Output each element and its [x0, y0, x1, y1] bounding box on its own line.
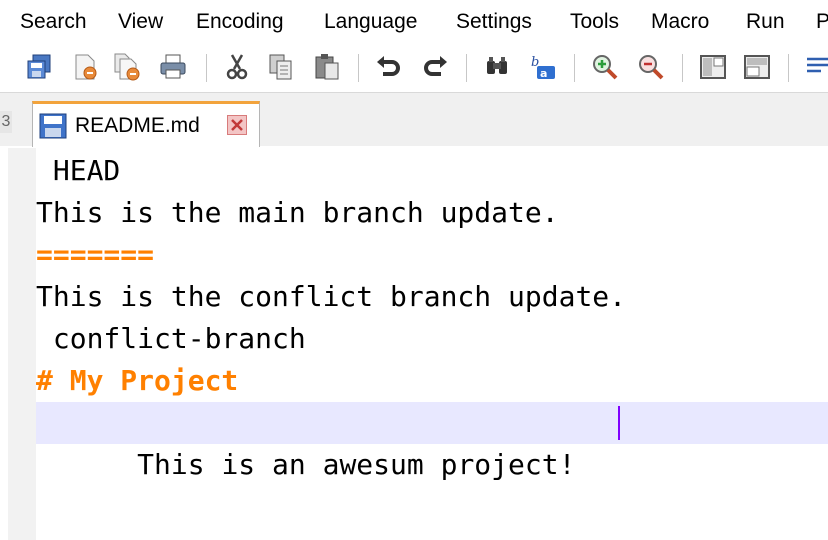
tab-close-icon[interactable] [227, 115, 247, 135]
cut-icon[interactable] [222, 52, 252, 82]
close-all-icon[interactable] [112, 52, 142, 82]
tab-readme-md[interactable]: README.md [32, 101, 260, 147]
menu-search[interactable]: Search [20, 9, 87, 35]
word-wrap-icon[interactable] [804, 52, 828, 82]
menu-macro[interactable]: Macro [651, 9, 709, 35]
zoom-in-icon[interactable] [590, 52, 620, 82]
undo-icon[interactable] [374, 52, 404, 82]
toolbar-separator [206, 54, 207, 82]
menu-tools[interactable]: Tools [570, 9, 619, 35]
menu-view[interactable]: View [118, 9, 163, 35]
editor-line: conflict-branch [36, 322, 306, 355]
toolbar-separator [466, 54, 467, 82]
sync-horizontal-icon[interactable] [742, 52, 772, 82]
editor-left-strip [0, 148, 8, 540]
copy-icon[interactable] [266, 52, 296, 82]
toolbar-separator [788, 54, 789, 82]
sync-vertical-icon[interactable] [698, 52, 728, 82]
menu-run[interactable]: Run [746, 9, 785, 35]
zoom-out-icon[interactable] [636, 52, 666, 82]
find-icon[interactable] [482, 52, 512, 82]
redo-icon[interactable] [420, 52, 450, 82]
editor-line-conflict-separator: ======= [36, 238, 155, 271]
menu-encoding[interactable]: Encoding [196, 9, 284, 35]
editor-line: HEAD [36, 154, 121, 187]
editor-line: This is the main branch update. [36, 196, 559, 229]
menu-settings[interactable]: Settings [456, 9, 532, 35]
menu-bar: Search View Encoding Language Settings T… [0, 0, 828, 44]
editor-line: This is the conflict branch update. [36, 280, 627, 313]
toolbar: ba [0, 44, 828, 92]
editor-current-line: This is an awesum project! [36, 402, 828, 481]
menu-plugins[interactable]: P [816, 9, 828, 35]
toolbar-separator [358, 54, 359, 82]
save-all-icon[interactable] [24, 52, 54, 82]
toolbar-separator [574, 54, 575, 82]
tab-scroll-left-button[interactable]: 3 [0, 111, 12, 133]
paste-icon[interactable] [312, 52, 342, 82]
close-icon[interactable] [70, 52, 100, 82]
editor-line-heading: # My Project [36, 364, 239, 397]
editor-current-line-text: This is an awesum project! [137, 448, 593, 481]
saved-file-icon [39, 113, 67, 139]
menu-language[interactable]: Language [324, 9, 417, 35]
notepad-plus-plus-window: Search View Encoding Language Settings T… [0, 0, 828, 540]
print-icon[interactable] [158, 52, 188, 82]
text-caret [618, 406, 620, 440]
editor-area[interactable]: HEAD This is the main branch update. ===… [0, 148, 828, 540]
svg-text:a: a [540, 67, 547, 80]
tab-label: README.md [75, 114, 200, 137]
toolbar-separator [682, 54, 683, 82]
tab-bar: 3 README.md [0, 92, 828, 241]
replace-icon[interactable]: ba [528, 52, 558, 82]
fold-margin[interactable] [8, 148, 36, 540]
